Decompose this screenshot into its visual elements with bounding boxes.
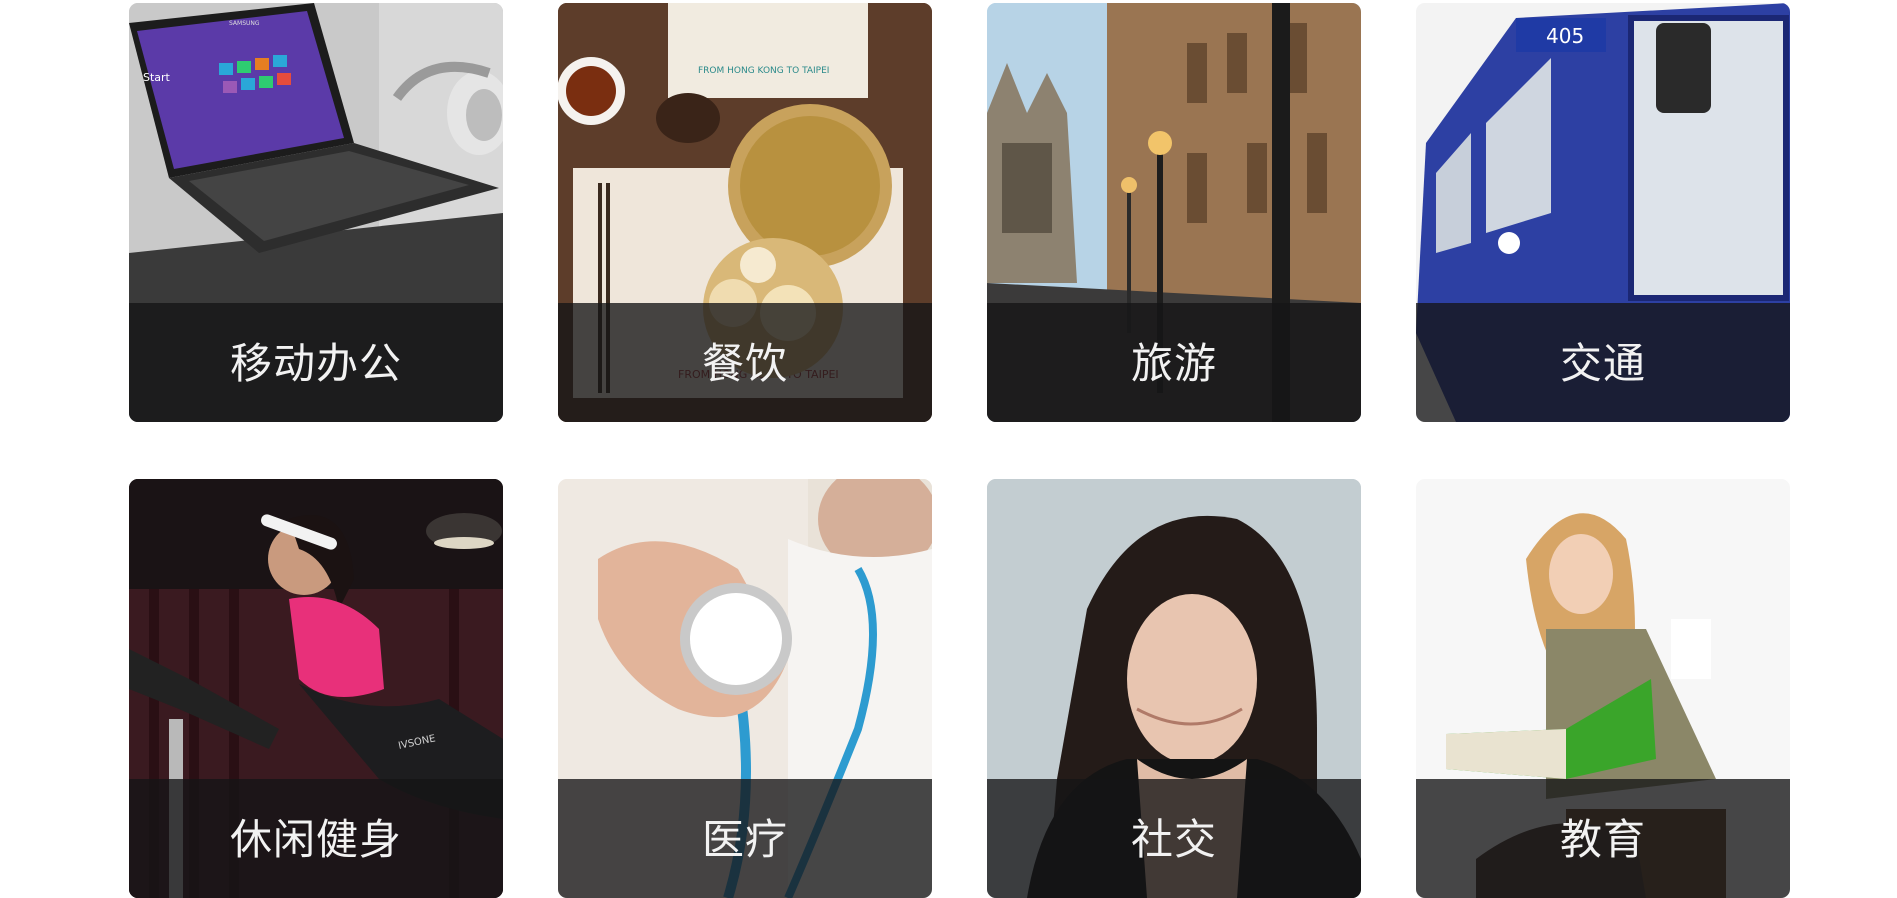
- category-tile-traffic[interactable]: 405 交通: [1416, 3, 1790, 422]
- tile-label: 教育: [1559, 815, 1646, 864]
- bus-route-number: 405: [1546, 24, 1584, 48]
- category-tile-travel[interactable]: 旅游: [987, 3, 1361, 422]
- category-grid: Start SAMSUNG 移动办公 FROM HONG KONG TO TAI…: [129, 3, 1791, 898]
- category-tile-mobile-office[interactable]: Start SAMSUNG 移动办公: [129, 3, 503, 422]
- category-tile-social[interactable]: 社交: [987, 479, 1361, 898]
- placemat-text-top: FROM HONG KONG TO TAIPEI: [698, 66, 829, 76]
- tile-label: 休闲健身: [229, 815, 402, 864]
- tile-label: 移动办公: [229, 339, 402, 388]
- category-tile-dining[interactable]: FROM HONG KONG TO TAIPEI FROM HONG KONG …: [558, 3, 932, 422]
- tile-label: 医疗: [701, 815, 788, 864]
- tile-label: 餐饮: [701, 339, 788, 388]
- category-tile-education[interactable]: 教育: [1416, 479, 1790, 898]
- category-tile-medical[interactable]: 医疗: [558, 479, 932, 898]
- tile-label: 旅游: [1130, 339, 1217, 388]
- category-tile-leisure-fitness[interactable]: IVSONE 休闲健身: [129, 479, 503, 898]
- laptop-start-text: Start: [143, 71, 171, 84]
- tile-label: 社交: [1130, 815, 1217, 864]
- laptop-brand-text: SAMSUNG: [229, 20, 260, 27]
- tile-label: 交通: [1559, 339, 1646, 388]
